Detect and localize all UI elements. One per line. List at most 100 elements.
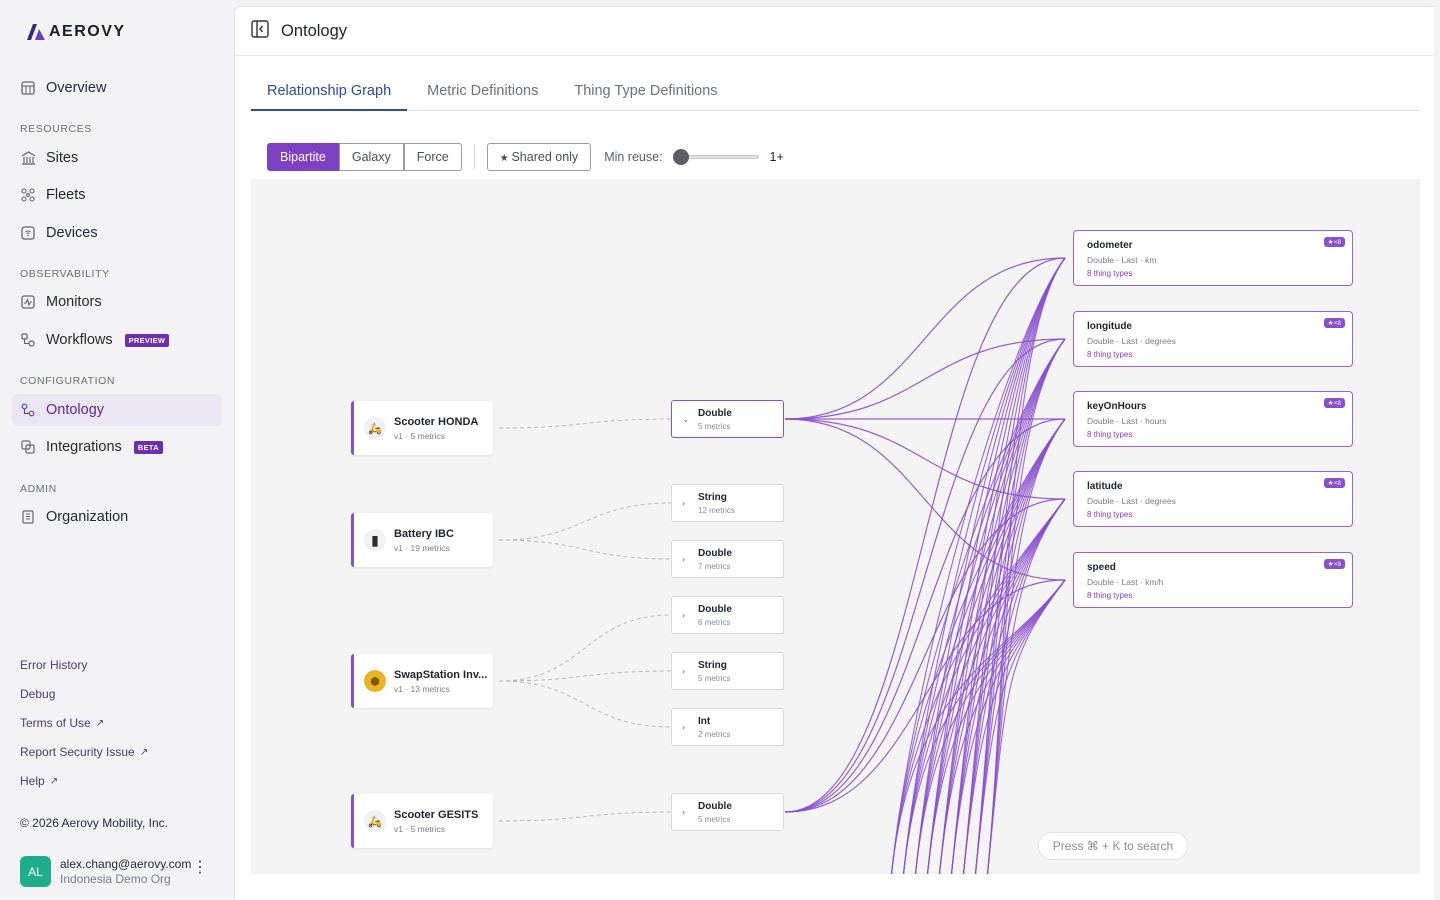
data-type-node[interactable]: › String 12 metrics [671,484,784,522]
brand-logo[interactable]: AEROVY [27,23,126,41]
user-profile[interactable]: AL alex.chang@aerovy.com Indonesia Demo … [20,856,220,887]
sidebar-item-label: Fleets [46,187,86,203]
relationship-graph-canvas[interactable]: 🛵 Scooter HONDA v1 · 5 metrics ▮ Battery IBC… [251,179,1420,874]
metric-edge [784,418,1066,500]
terms-of-use-link[interactable]: Terms of Use ↗ [20,716,104,730]
metric-meta: Double · Last · km [1087,255,1157,265]
data-type-node[interactable]: ⌄ Double 5 metrics [671,400,784,438]
data-type-meta: 2 metrics [698,729,731,739]
metric-thing-count: 8 thing types [1087,430,1133,439]
thing-type-meta: v1 · 5 metrics [394,430,446,441]
data-type-node[interactable]: › Int 2 metrics [671,708,784,746]
debug-link[interactable]: Debug [20,687,55,701]
sidebar-item-fleets[interactable]: Fleets [12,179,222,211]
copyright-text: © 2026 Aerovy Mobility, Inc. [20,816,169,830]
toolbar-divider [473,145,475,169]
metric-thing-count: 8 thing types [1087,269,1133,278]
metric-node[interactable]: speed Double · Last · km/h 8 thing types ★×… [1073,552,1353,608]
chevron-right-icon[interactable]: › [682,807,690,817]
section-label-resources: RESOURCES [20,123,92,135]
sidebar-item-devices[interactable]: Devices [12,217,222,249]
min-reuse-slider[interactable] [672,149,759,165]
data-type-node[interactable]: › String 5 metrics [671,652,784,690]
thing-type-edge [498,680,672,728]
sidebar-item-organization[interactable]: Organization [12,501,222,533]
chevron-right-icon[interactable]: › [682,610,690,620]
metric-meta: Double · Last · degrees [1087,336,1176,346]
sidebar-toggle-icon[interactable] [251,19,269,43]
tab-thing-type-definitions[interactable]: Thing Type Definitions [554,75,733,111]
data-type-meta: 5 metrics [698,421,731,431]
thing-type-node[interactable]: 🛵 Scooter GESITS v1 · 5 metrics [351,794,493,848]
avatar: AL [20,856,51,887]
tab-relationship-graph[interactable]: Relationship Graph [251,75,408,111]
aerovy-logo-icon [27,24,45,40]
layout-galaxy-button[interactable]: Galaxy [338,143,404,171]
metric-edge [914,257,1066,874]
section-label-configuration: CONFIGURATION [20,375,116,387]
metric-node[interactable]: latitude Double · Last · degrees 8 thing t… [1073,471,1353,527]
data-type-node[interactable]: › Double 6 metrics [671,596,784,634]
thing-type-node[interactable]: 🛵 Scooter HONDA v1 · 5 metrics [351,401,493,455]
layout-bipartite-button[interactable]: Bipartite [267,143,339,171]
thing-type-name: SwapStation Inv... [394,668,488,681]
ontology-icon [20,402,36,418]
data-type-node[interactable]: › Double 7 metrics [671,540,784,578]
thing-type-edge [498,539,672,560]
shared-only-button[interactable]: ★ Shared only [486,143,592,171]
more-vertical-icon[interactable]: ⋮ [192,860,208,876]
sidebar-item-ontology[interactable]: Ontology [12,394,222,426]
sidebar: AEROVY Overview RESOURCES Sites Fleets D… [0,0,234,900]
data-type-name: String [698,659,727,671]
metric-node[interactable]: longitude Double · Last · degrees 8 thing … [1073,311,1353,367]
chevron-right-icon[interactable]: › [682,722,690,732]
preview-badge: PREVIEW [124,333,170,347]
metric-edge [784,418,1066,813]
thing-type-meta: v1 · 19 metrics [394,542,450,553]
min-reuse-value: 1+ [769,150,784,164]
office-building-icon [20,509,36,525]
data-type-node[interactable]: › Double 5 metrics [671,793,784,831]
workflow-icon [20,332,36,348]
terms-label: Terms of Use [20,716,91,730]
shared-only-label: Shared only [511,150,579,164]
metric-name: longitude [1087,321,1132,332]
help-link[interactable]: Help ↗ [20,774,58,788]
sidebar-item-monitors[interactable]: Monitors [12,286,222,318]
metric-name: speed [1087,562,1116,573]
thing-type-node[interactable]: ⬢ SwapStation Inv... v1 · 13 metrics [351,654,493,708]
chevron-right-icon[interactable]: › [682,498,690,508]
sidebar-item-label: Organization [46,509,129,525]
metric-name: keyOnHours [1087,401,1147,412]
battery-icon: ▮ [364,529,386,551]
error-history-label: Error History [20,658,88,672]
sidebar-item-integrations[interactable]: Integrations BETA [12,431,222,463]
section-label-observability: OBSERVABILITY [20,268,110,280]
min-reuse-label: Min reuse: [604,150,663,164]
data-type-name: Double [698,603,732,615]
sidebar-item-overview[interactable]: Overview [12,72,222,104]
tab-metric-definitions[interactable]: Metric Definitions [407,75,554,111]
sidebar-item-workflows[interactable]: Workflows PREVIEW [12,324,222,356]
chevron-down-icon[interactable]: ⌄ [682,414,690,425]
chevron-right-icon[interactable]: › [682,666,690,676]
chevron-right-icon[interactable]: › [682,554,690,564]
sidebar-item-sites[interactable]: Sites [12,142,222,174]
thing-type-name: Battery IBC [394,527,454,540]
report-security-label: Report Security Issue [20,745,135,759]
search-shortcut-hint[interactable]: Press ⌘ + K to search [1038,832,1188,860]
metric-node[interactable]: keyOnHours Double · Last · hours 8 thing t… [1073,391,1353,447]
sidebar-item-label: Sites [46,150,79,166]
shared-badge: ★×8 [1323,478,1345,488]
metric-meta: Double · Last · hours [1087,416,1167,426]
metric-node[interactable]: odometer Double · Last · km 8 thing types ★… [1073,230,1353,286]
layout-switcher: Bipartite Galaxy Force [267,143,462,171]
layout-force-button[interactable]: Force [403,143,462,171]
error-history-link[interactable]: Error History [20,658,87,672]
slider-thumb[interactable] [672,149,689,165]
thing-type-edge [498,502,672,541]
report-security-link[interactable]: Report Security Issue ↗ [20,745,148,759]
debug-label: Debug [20,687,56,701]
scooter-icon: 🛵 [364,417,386,439]
thing-type-node[interactable]: ▮ Battery IBC v1 · 19 metrics [351,513,493,567]
